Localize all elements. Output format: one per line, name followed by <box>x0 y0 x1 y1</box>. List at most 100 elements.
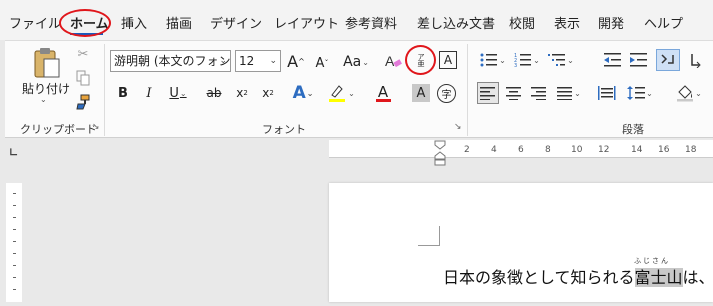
dialog-launcher-icon[interactable]: ↘ <box>92 122 100 132</box>
font-size-select[interactable]: 12 ⌄ <box>235 50 281 72</box>
grow-font-glyph: A <box>287 51 299 71</box>
asian-layout-icon <box>691 54 701 68</box>
group-separator <box>104 44 105 136</box>
superscript-glyph: x <box>262 86 270 100</box>
character-border-glyph: A <box>443 53 453 67</box>
svg-text:3: 3 <box>514 63 517 68</box>
change-case-button[interactable]: Aa ⌄ <box>340 52 372 72</box>
bold-glyph: B <box>118 85 128 101</box>
clipboard-group-label: クリップボード <box>20 123 97 136</box>
align-right-button[interactable] <box>528 82 550 104</box>
character-border-button[interactable]: A <box>439 51 457 69</box>
tab-layout[interactable]: レイアウト <box>274 13 339 32</box>
character-shading-glyph: A <box>416 85 426 101</box>
shrink-font-glyph: A <box>315 55 325 71</box>
line-spacing-button[interactable]: ⌄ <box>624 82 656 104</box>
font-color-bar <box>375 98 391 102</box>
decrease-indent-button[interactable] <box>602 50 624 70</box>
strikethrough-button[interactable]: ab <box>203 84 225 102</box>
shading-button[interactable]: ⌄ <box>672 82 706 104</box>
shrink-font-button[interactable]: Aˇ <box>312 52 332 74</box>
clear-formatting-button[interactable]: A <box>382 50 404 72</box>
align-center-button[interactable] <box>503 82 525 104</box>
multilevel-list-icon <box>548 54 566 66</box>
bold-button[interactable]: B <box>114 84 132 102</box>
vertical-ruler[interactable] <box>6 183 22 302</box>
ruler-number: 6 <box>518 145 524 155</box>
font-group-label: フォント <box>262 123 306 136</box>
clear-formatting-icon: A <box>385 53 402 69</box>
ruler-number: 14 <box>631 145 643 155</box>
copy-icon <box>76 70 90 86</box>
increase-indent-button[interactable] <box>628 50 650 70</box>
align-right-icon <box>531 87 546 100</box>
tab-review[interactable]: 校閲 <box>509 13 535 32</box>
ruler-number: 18 <box>685 145 697 155</box>
italic-button[interactable]: I <box>140 84 158 102</box>
chevron-down-icon[interactable]: ⌄ <box>40 95 47 104</box>
font-name-select[interactable]: 游明朝 (本文のフォン ⌄ <box>110 50 231 72</box>
menu-bar: ファイル ホーム 挿入 描画 デザイン レイアウト 参考資料 差し込み文書 校閲… <box>0 0 713 40</box>
tab-file[interactable]: ファイル <box>9 13 61 32</box>
tab-help[interactable]: ヘルプ <box>644 13 683 32</box>
superscript-button[interactable]: x2 <box>259 84 277 102</box>
highlighter-icon <box>329 85 346 102</box>
align-left-button[interactable] <box>477 82 499 104</box>
numbering-button[interactable]: 1 2 3 ⌄ <box>512 50 542 70</box>
decrease-indent-icon <box>604 53 621 67</box>
dialog-launcher-icon[interactable]: ↘ <box>454 122 462 132</box>
numbering-icon: 123 <box>514 53 532 68</box>
format-painter-button[interactable] <box>73 92 93 112</box>
vertical-ruler-ticks <box>13 193 16 290</box>
underline-button[interactable]: U ⌄ <box>164 84 192 102</box>
tab-developer[interactable]: 開発 <box>598 13 624 32</box>
tab-mailings[interactable]: 差し込み文書 <box>417 13 495 32</box>
format-painter-icon <box>76 94 90 110</box>
justify-button[interactable]: ⌄ <box>553 82 585 104</box>
highlight-button[interactable]: ⌄ <box>326 82 356 104</box>
font-color-glyph: A <box>377 82 389 101</box>
italic-glyph: I <box>146 85 152 101</box>
tab-view[interactable]: 表示 <box>554 13 580 32</box>
justify-icon <box>557 87 573 100</box>
chevron-down-icon: ⌄ <box>269 56 277 66</box>
subscript-button[interactable]: x2 <box>233 84 251 102</box>
distributed-button[interactable] <box>596 82 618 104</box>
align-left-icon <box>480 87 495 100</box>
line-spacing-icon <box>627 86 646 100</box>
tab-selector-icon[interactable]: ∟ <box>9 146 18 159</box>
tab-references[interactable]: 参考資料 <box>345 13 397 32</box>
svg-text:A: A <box>385 53 395 69</box>
font-color-button[interactable]: A <box>368 82 398 104</box>
text-after: は、 <box>682 268 713 287</box>
tab-design[interactable]: デザイン <box>210 13 262 32</box>
clipboard-icon <box>34 48 60 78</box>
font-name-value: 游明朝 (本文のフォン <box>114 54 231 68</box>
text-effects-button[interactable]: A ⌄ <box>288 82 318 104</box>
align-center-icon <box>506 87 521 100</box>
indent-marker-icon <box>434 140 446 166</box>
text-direction-button[interactable] <box>656 49 680 71</box>
copy-button[interactable] <box>73 68 93 88</box>
enclose-characters-button[interactable]: 字 <box>437 84 456 103</box>
character-shading-button[interactable]: A <box>412 84 430 102</box>
tab-draw[interactable]: 描画 <box>166 13 192 32</box>
paragraph-group-label: 段落 <box>622 123 644 136</box>
bullets-button[interactable]: ⌄ <box>478 50 508 70</box>
cut-button[interactable]: ✂ <box>73 44 93 64</box>
grow-font-button[interactable]: A ^ <box>286 50 306 72</box>
distributed-icon <box>598 86 616 100</box>
paste-button[interactable] <box>28 46 64 80</box>
document-text[interactable]: 日本の象徴として知られる富士山は、 <box>443 264 713 288</box>
ruler-number: 10 <box>571 145 583 155</box>
selected-text: 富士山 <box>634 268 683 287</box>
increase-indent-icon <box>630 53 647 67</box>
enclose-characters-glyph: 字 <box>441 90 452 101</box>
change-case-glyph: Aa <box>343 54 362 70</box>
indent-markers[interactable] <box>434 140 446 166</box>
strikethrough-glyph: ab <box>206 86 222 100</box>
asian-layout-button[interactable] <box>686 50 708 70</box>
tab-insert[interactable]: 挿入 <box>121 13 147 32</box>
multilevel-list-button[interactable]: ⌄ <box>546 50 576 70</box>
ruler-number: 2 <box>464 145 470 155</box>
